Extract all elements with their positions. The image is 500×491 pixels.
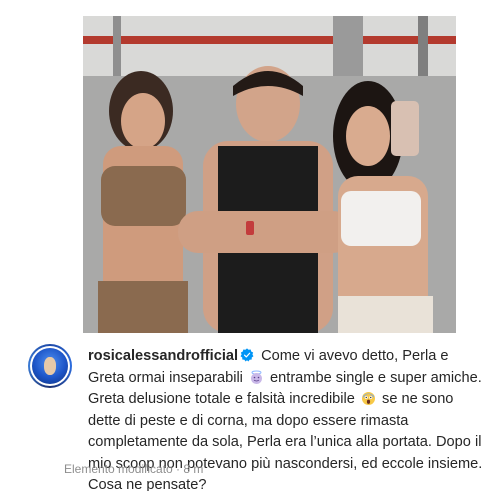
avatar-ring: [30, 346, 70, 386]
post-photo[interactable]: [83, 16, 456, 333]
avatar-image: [32, 348, 68, 384]
verified-badge-icon: [240, 348, 254, 362]
edited-timestamp: Elemento modificato · 8 m: [64, 462, 204, 476]
instagram-post: rosicalessandrofficial Come vi avevo det…: [0, 0, 500, 491]
screaming-face-emoji: [361, 392, 375, 405]
angel-face-emoji: [250, 370, 262, 384]
avatar[interactable]: [28, 344, 72, 388]
username-link[interactable]: rosicalessandrofficial: [88, 348, 238, 364]
post-photo-image: [83, 16, 456, 333]
